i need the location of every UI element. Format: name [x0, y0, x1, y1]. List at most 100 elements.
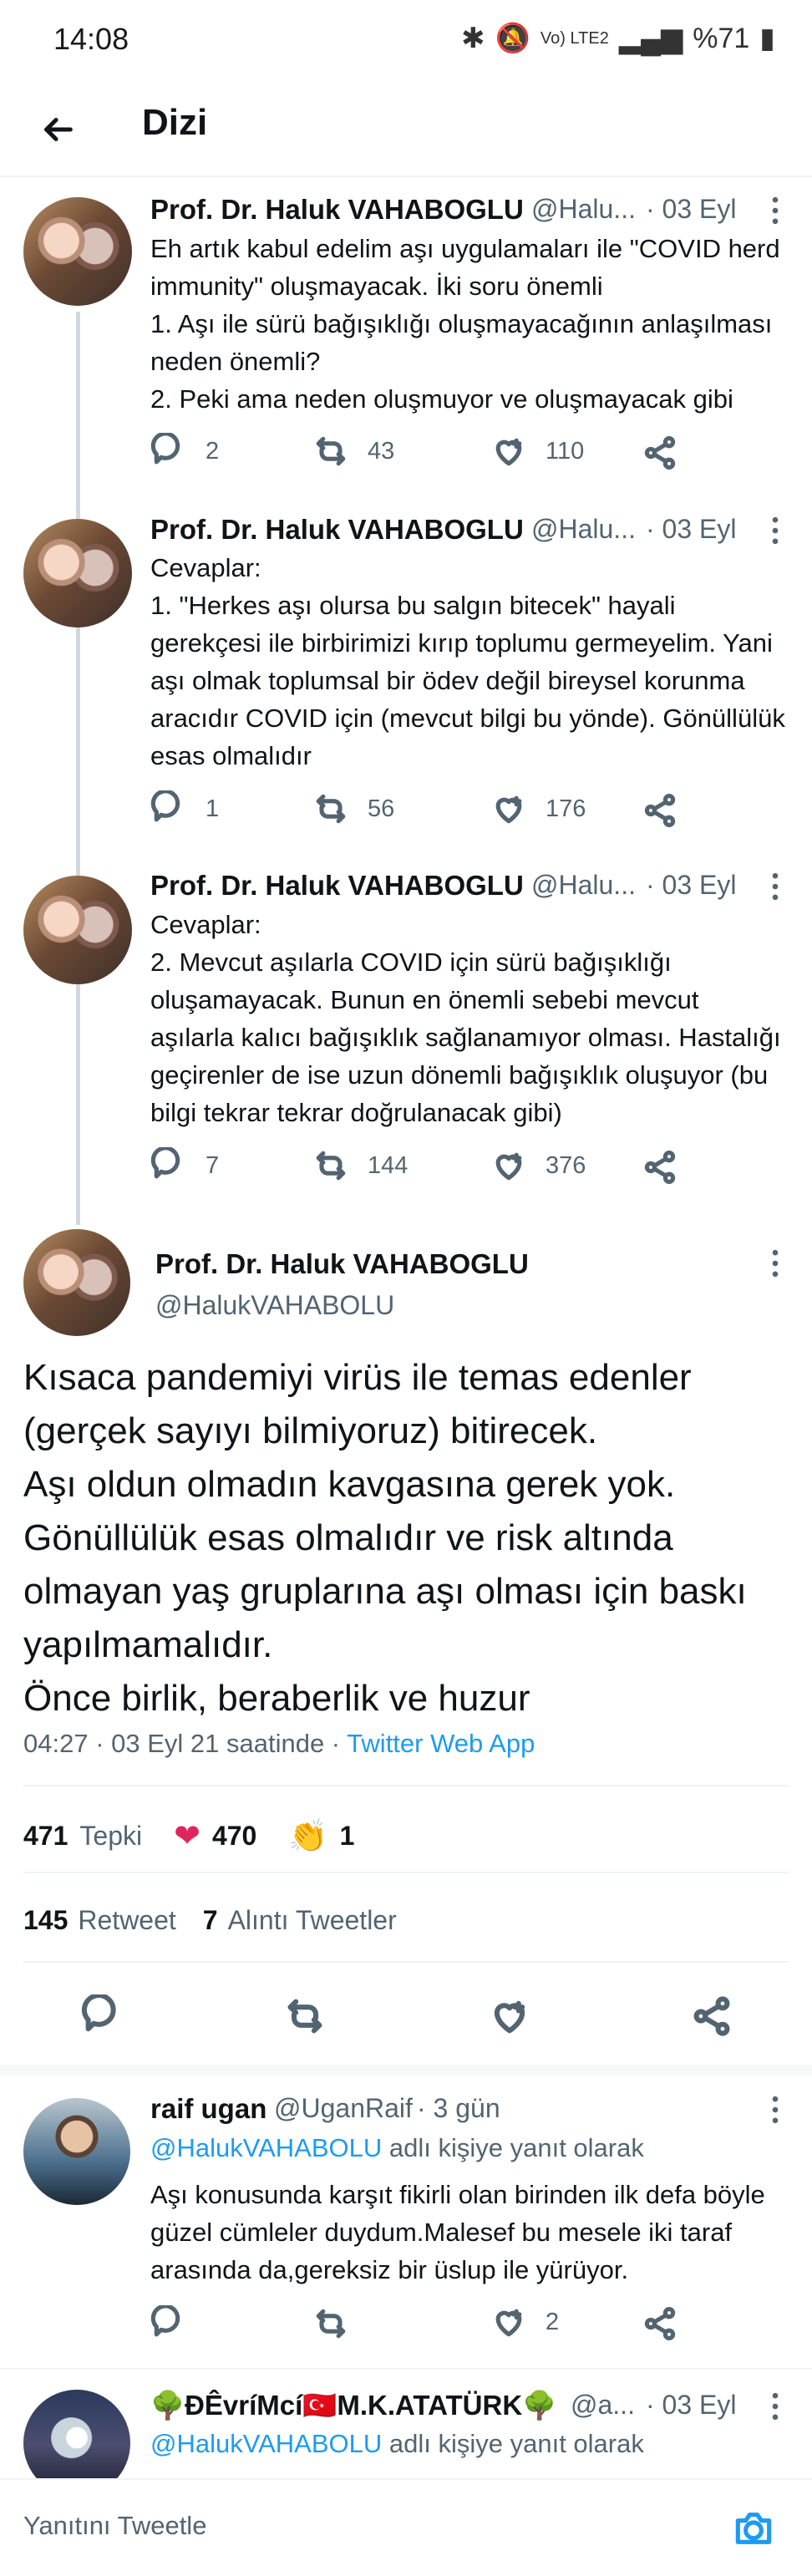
tweet-text: Cevaplar: 1. "Herkes aşı olursa bu salgı…: [150, 553, 785, 770]
more-vertical-icon[interactable]: [757, 1245, 794, 1282]
more-vertical-icon[interactable]: [757, 2388, 794, 2425]
author-name[interactable]: 🌳ĐÊvríMcí🇹🇷M.K.ATATÜRK🌳: [150, 2390, 556, 2422]
like-count: 2: [546, 2308, 560, 2335]
like-icon[interactable]: [488, 1994, 531, 2038]
network-label: Vo) LTE2: [540, 29, 609, 48]
avatar[interactable]: [23, 2098, 130, 2205]
status-bar: 14:08 ✱ 🔕 Vo) LTE2 ▂▄▆ %71 ▮: [0, 0, 812, 80]
camera-icon[interactable]: [730, 2505, 777, 2552]
avatar[interactable]: [23, 876, 132, 984]
reaction-label: Tepki: [79, 1821, 143, 1851]
retweet-action[interactable]: 144: [312, 1147, 408, 1184]
author-handle[interactable]: @a...: [571, 2390, 635, 2421]
quote-label: Alıntı Tweetler: [227, 1905, 397, 1935]
stats-divider: [23, 1961, 789, 1963]
avatar[interactable]: [23, 197, 132, 306]
like-action[interactable]: 110: [490, 433, 584, 470]
tweet-date[interactable]: · 03 Eyl: [646, 194, 736, 225]
battery-icon: ▮: [759, 23, 775, 54]
like-icon: [495, 795, 522, 824]
reply-count: 7: [206, 1151, 220, 1179]
reply-icon: [150, 433, 180, 465]
retweet-icon[interactable]: [283, 1994, 327, 2038]
reply-icon[interactable]: [81, 1994, 124, 2038]
main-tweet-bottom-divider: [0, 2065, 812, 2076]
replying-handle[interactable]: @HalukVAHABOLU: [150, 2429, 382, 2458]
retweet-label: Retweet: [78, 1905, 176, 1935]
reaction-divider: [23, 1872, 789, 1873]
share-icon[interactable]: [642, 792, 678, 829]
author-handle[interactable]: @Halu...: [531, 194, 636, 225]
retweet-total: 145: [23, 1905, 69, 1935]
more-vertical-icon[interactable]: [757, 192, 794, 229]
replying-to: @HalukVAHABOLU adlı kişiye yanıt olarak: [150, 2133, 644, 2163]
like-icon: [495, 438, 522, 466]
retweet-icon: [316, 794, 346, 824]
tweet-date[interactable]: · 03 Eyl: [646, 514, 736, 545]
reply-icon[interactable]: [150, 2305, 187, 2342]
like-count: 376: [546, 1151, 586, 1179]
author-handle[interactable]: @HalukVAHABOLU: [155, 1290, 394, 1321]
clap-reaction-icon: 👏: [288, 1818, 328, 1854]
replying-suffix: adlı kişiye yanıt olarak: [388, 2133, 644, 2162]
avatar[interactable]: [23, 1229, 130, 1336]
author-name[interactable]: Prof. Dr. Haluk VAHABOGLU: [155, 1248, 529, 1280]
avatar[interactable]: [23, 519, 132, 627]
like-icon: [495, 1152, 522, 1181]
author-handle[interactable]: @Halu...: [531, 514, 636, 545]
share-icon[interactable]: [642, 1149, 678, 1186]
retweet-icon: [316, 1151, 346, 1181]
author-handle[interactable]: @UganRaif: [274, 2093, 413, 2124]
author-name[interactable]: Prof. Dr. Haluk VAHABOGLU: [150, 194, 524, 226]
mute-icon: 🔕: [495, 23, 530, 54]
reply-action[interactable]: 2: [150, 433, 219, 470]
author-handle[interactable]: @Halu...: [531, 870, 636, 901]
bluetooth-icon: ✱: [461, 23, 485, 54]
timestamp-text: 04:27 · 03 Eyl 21 saatinde ·: [23, 1729, 348, 1758]
top-navigation: [0, 80, 812, 177]
reaction-summary[interactable]: 471 Tepki ❤ 470 👏 1: [23, 1817, 354, 1855]
retweet-stats[interactable]: 145 Retweet 7 Alıntı Tweetler: [23, 1905, 397, 1936]
main-tweet-text: Kısaca pandemiyi virüs ile temas edenler…: [23, 1357, 747, 1719]
author-name[interactable]: Prof. Dr. Haluk VAHABOGLU: [150, 514, 524, 546]
reply-icon: [150, 1147, 180, 1179]
more-vertical-icon[interactable]: [757, 868, 794, 905]
retweet-count: 43: [368, 437, 395, 465]
replying-to: @HalukVAHABOLU adlı kişiye yanıt olarak: [150, 2429, 644, 2459]
tweet-date[interactable]: · 3 gün: [417, 2093, 500, 2124]
more-vertical-icon[interactable]: [757, 512, 794, 549]
thread-line: [76, 312, 80, 1225]
status-time: 14:08: [53, 22, 129, 56]
like-action[interactable]: 176: [490, 790, 586, 827]
more-vertical-icon[interactable]: [757, 2091, 794, 2128]
share-icon[interactable]: [642, 2305, 678, 2342]
like-icon: [495, 2309, 522, 2337]
retweet-icon[interactable]: [312, 2305, 349, 2342]
clap-reaction-count: 1: [339, 1821, 355, 1851]
tweet-date[interactable]: · 03 Eyl: [646, 2390, 736, 2421]
tweet-text: Eh artık kabul edelim aşı uygulamaları i…: [150, 234, 780, 414]
replying-handle[interactable]: @HalukVAHABOLU: [150, 2133, 382, 2162]
author-name[interactable]: raif ugan: [150, 2093, 266, 2125]
author-name[interactable]: Prof. Dr. Haluk VAHABOGLU: [150, 870, 524, 902]
quote-total: 7: [202, 1905, 218, 1935]
signal-icon: ▂▄▆: [618, 23, 683, 54]
retweet-action[interactable]: 43: [312, 433, 394, 470]
like-action[interactable]: 2: [490, 2304, 559, 2340]
heart-reaction-icon: ❤: [174, 1819, 200, 1854]
source-link[interactable]: Twitter Web App: [347, 1729, 535, 1758]
reply-count: 2: [206, 437, 220, 465]
reply-action[interactable]: 7: [150, 1147, 219, 1184]
share-icon[interactable]: [642, 434, 678, 471]
like-action[interactable]: 376: [490, 1147, 586, 1184]
like-count: 110: [546, 437, 585, 465]
share-icon[interactable]: [690, 1994, 733, 2038]
battery-percent: %71: [693, 22, 750, 54]
compose-input[interactable]: Yanıtını Tweetle: [23, 2511, 206, 2541]
reaction-total: 471: [23, 1821, 69, 1851]
retweet-action[interactable]: 56: [312, 790, 394, 827]
tweet-date[interactable]: · 03 Eyl: [646, 870, 736, 901]
reply-action[interactable]: 1: [150, 790, 219, 827]
retweet-count: 144: [368, 1151, 409, 1179]
back-button[interactable]: [32, 104, 84, 155]
